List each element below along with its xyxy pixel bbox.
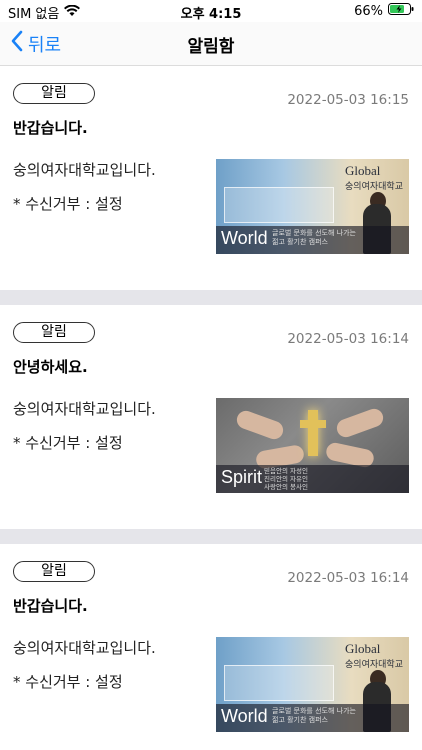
notification-title: 반갑습니다. <box>13 119 88 137</box>
banner-word: World <box>221 228 268 248</box>
image-banner: Spirit 믿음안의 자성인 진리안의 자유인 사랑안의 봉사인 <box>216 465 409 493</box>
banner-word: Spirit <box>221 467 263 487</box>
banner-sub-line: 젊고 활기찬 캠퍼스 <box>272 716 328 724</box>
brand-school-text: 숭의여자대학교 <box>345 660 403 670</box>
banner-sub-line: 진리안의 자유인 <box>264 475 308 483</box>
notification-optout-line: * 수신거부 : 설정 <box>13 195 123 213</box>
status-right: 66% <box>354 3 414 19</box>
banner-sub-line: 글로벌 문화를 선도해 나가는 <box>272 707 356 715</box>
notification-body-line: 숭의여자대학교입니다. <box>13 161 156 179</box>
image-banner: World 글로벌 문화를 선도해 나가는 젊고 활기찬 캠퍼스 <box>216 704 409 732</box>
battery-percent: 66% <box>354 3 383 19</box>
notification-date: 2022-05-03 16:14 <box>287 570 409 586</box>
notification-card[interactable]: 알림 2022-05-03 16:14 안녕하세요. 숭의여자대학교입니다. *… <box>0 305 422 529</box>
brand-block: Global 숭의여자대학교 <box>345 163 403 192</box>
brand-block: Global 숭의여자대학교 <box>345 641 403 670</box>
card-separator <box>0 529 422 544</box>
banner-subtext: 글로벌 문화를 선도해 나가는 젊고 활기찬 캠퍼스 <box>272 707 356 725</box>
notification-optout-line: * 수신거부 : 설정 <box>13 434 123 452</box>
notification-image: Global 숭의여자대학교 World 글로벌 문화를 선도해 나가는 젊고 … <box>216 159 409 254</box>
hand-graphic <box>334 406 386 440</box>
notification-badge: 알림 <box>13 322 95 343</box>
brand-global-text: Global <box>345 641 381 656</box>
notification-title: 반갑습니다. <box>13 597 88 615</box>
brand-global-text: Global <box>345 163 381 178</box>
notification-card[interactable]: 알림 2022-05-03 16:15 반갑습니다. 숭의여자대학교입니다. *… <box>0 66 422 290</box>
banner-sub-line: 믿음안의 자성인 <box>264 467 308 475</box>
notification-badge: 알림 <box>13 83 95 104</box>
notification-badge: 알림 <box>13 561 95 582</box>
notification-body-line: 숭의여자대학교입니다. <box>13 639 156 657</box>
notification-title: 안녕하세요. <box>13 358 88 376</box>
status-bar: SIM 없음 오후 4:15 66% <box>0 0 422 22</box>
notification-body-line: 숭의여자대학교입니다. <box>13 400 156 418</box>
map-graphic <box>224 187 334 223</box>
brand-school-text: 숭의여자대학교 <box>345 182 403 192</box>
banner-word: World <box>221 706 268 726</box>
banner-sub-line: 젊고 활기찬 캠퍼스 <box>272 238 328 246</box>
page-title: 알림함 <box>187 37 235 57</box>
notification-optout-line: * 수신거부 : 설정 <box>13 673 123 691</box>
notification-card[interactable]: 알림 2022-05-03 16:14 반갑습니다. 숭의여자대학교입니다. *… <box>0 544 422 750</box>
hand-graphic <box>234 408 286 442</box>
card-separator <box>0 290 422 305</box>
cross-graphic <box>308 410 318 456</box>
banner-sub-line: 글로벌 문화를 선도해 나가는 <box>272 229 356 237</box>
notification-image: Global 숭의여자대학교 World 글로벌 문화를 선도해 나가는 젊고 … <box>216 637 409 732</box>
notification-image: Spirit 믿음안의 자성인 진리안의 자유인 사랑안의 봉사인 <box>216 398 409 493</box>
image-banner: World 글로벌 문화를 선도해 나가는 젊고 활기찬 캠퍼스 <box>216 226 409 254</box>
navigation-bar: 뒤로 알림함 <box>0 22 422 66</box>
map-graphic <box>224 665 334 701</box>
notification-date: 2022-05-03 16:15 <box>287 92 409 108</box>
banner-sub-line: 사랑안의 봉사인 <box>264 483 308 491</box>
notification-list: 알림 2022-05-03 16:15 반갑습니다. 숭의여자대학교입니다. *… <box>0 66 422 750</box>
battery-icon <box>388 3 414 19</box>
banner-subtext: 믿음안의 자성인 진리안의 자유인 사랑안의 봉사인 <box>264 467 308 491</box>
banner-subtext: 글로벌 문화를 선도해 나가는 젊고 활기찬 캠퍼스 <box>272 229 356 247</box>
notification-date: 2022-05-03 16:14 <box>287 331 409 347</box>
cross-graphic <box>300 420 326 428</box>
